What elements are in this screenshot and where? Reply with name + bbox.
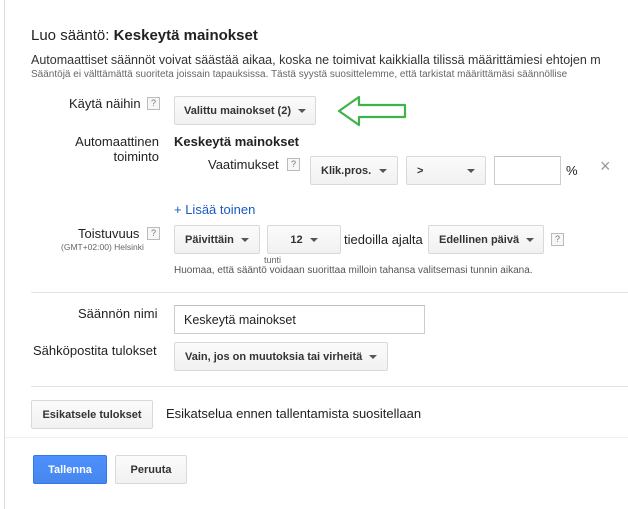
hour-dropdown-label: 12	[290, 233, 303, 246]
frequency-note: Huomaa, että sääntö voidaan suorittaa mi…	[174, 265, 533, 276]
timezone-label: (GMT+02:00) Helsinki	[61, 242, 144, 252]
footer-divider	[5, 437, 628, 438]
save-button-label: Tallenna	[48, 463, 92, 476]
date-range-help-icon[interactable]: ?	[551, 233, 564, 246]
operator-dropdown[interactable]: >	[406, 156, 486, 185]
dialog-title: Luo sääntö: Keskeytä mainokset	[31, 27, 258, 44]
metric-dropdown-label: Klik.pros.	[321, 164, 372, 177]
requirement-value-input[interactable]	[494, 156, 561, 185]
save-button[interactable]: Tallenna	[33, 455, 107, 484]
operator-dropdown-label: >	[417, 164, 424, 177]
hour-unit: tunti	[264, 255, 282, 265]
preview-results-label: Esikatsele tulokset	[42, 408, 142, 421]
action-value: Keskeytä mainokset	[174, 134, 300, 149]
create-rule-dialog: Luo sääntö: Keskeytä mainokset Automaatt…	[4, 0, 628, 509]
date-range-dropdown-label: Edellinen päivä	[439, 233, 520, 246]
date-range-dropdown[interactable]: Edellinen päivä	[428, 225, 544, 254]
chevron-down-icon	[526, 237, 535, 242]
metric-dropdown[interactable]: Klik.pros.	[310, 156, 398, 185]
dialog-description: Automaattiset säännöt voivat säästää aik…	[31, 53, 601, 67]
email-results-dropdown-label: Vain, jos on muutoksia tai virheitä	[185, 350, 363, 363]
requirements-help-icon[interactable]: ?	[287, 158, 300, 171]
apply-to-label: Käytä näihin	[69, 96, 141, 111]
rule-name-input[interactable]: Keskeytä mainokset	[174, 305, 425, 334]
action-label-line2: toiminto	[113, 149, 159, 164]
rule-name-label: Säännön nimi	[78, 306, 158, 321]
chevron-down-icon	[369, 354, 378, 359]
chevron-down-icon	[241, 237, 249, 242]
title-rule-name: Keskeytä mainokset	[113, 27, 258, 44]
chevron-down-icon	[298, 108, 306, 113]
frequency-help-icon[interactable]: ?	[147, 227, 160, 240]
close-icon[interactable]: ×	[600, 156, 611, 177]
email-results-dropdown[interactable]: Vain, jos on muutoksia tai virheitä	[174, 342, 388, 371]
divider	[31, 386, 628, 387]
arrow-left-outline-icon	[337, 95, 407, 127]
chevron-down-icon	[309, 237, 318, 242]
chevron-down-icon	[379, 168, 387, 173]
email-results-label: Sähköpostita tulokset	[33, 343, 157, 358]
requirements-label: Vaatimukset	[208, 157, 279, 172]
apply-to-dropdown-label: Valittu mainokset (2)	[184, 104, 291, 117]
cancel-button-label: Peruuta	[130, 463, 172, 476]
data-from-text: tiedoilla ajalta	[344, 232, 423, 247]
preview-results-button[interactable]: Esikatsele tulokset	[31, 400, 153, 429]
period-dropdown-label: Päivittäin	[185, 233, 234, 246]
dialog-description-small: Sääntöjä ei välttämättä suoriteta joissa…	[31, 69, 568, 80]
divider	[31, 292, 628, 293]
action-label: Automaattinen toiminto	[71, 134, 159, 164]
hour-dropdown[interactable]: 12	[267, 225, 341, 254]
title-prefix: Luo sääntö:	[31, 27, 110, 44]
chevron-down-icon	[467, 168, 475, 173]
preview-hint: Esikatselua ennen tallentamista suositel…	[166, 406, 422, 421]
cancel-button[interactable]: Peruuta	[115, 455, 187, 484]
apply-to-dropdown[interactable]: Valittu mainokset (2)	[174, 96, 316, 125]
frequency-label: Toistuvuus	[78, 226, 140, 241]
percent-unit: %	[566, 163, 578, 178]
action-label-line1: Automaattinen	[75, 134, 159, 149]
apply-to-help-icon[interactable]: ?	[147, 97, 160, 110]
add-another-link[interactable]: + Lisää toinen	[174, 202, 255, 217]
period-dropdown[interactable]: Päivittäin	[174, 225, 260, 254]
